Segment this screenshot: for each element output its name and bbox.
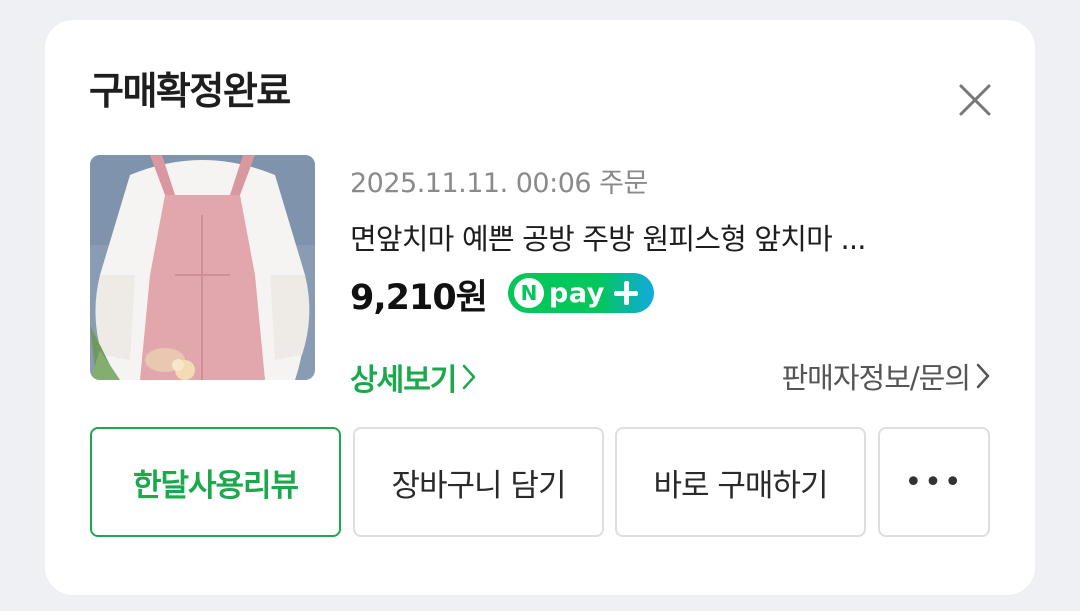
seller-info-label: 판매자정보/문의 xyxy=(781,361,971,395)
plus-icon xyxy=(611,278,641,308)
product-thumbnail[interactable] xyxy=(90,155,315,380)
card-title: 구매확정완료 xyxy=(89,69,291,113)
product-price: 9,210원 xyxy=(350,278,488,318)
chevron-right-icon xyxy=(976,363,990,389)
npay-label: pay xyxy=(549,277,605,309)
npay-n-icon: N xyxy=(514,278,544,308)
product-name[interactable]: 면앞치마 예쁜 공방 주방 원피스형 앞치마 ... xyxy=(350,216,990,258)
more-options-button[interactable]: ••• xyxy=(878,427,990,537)
detail-link[interactable]: 상세보기 xyxy=(350,355,476,399)
chevron-right-icon xyxy=(463,364,476,390)
detail-link-label: 상세보기 xyxy=(350,363,457,398)
order-complete-card: 구매확정완료 2025.11.11. 00:06 주문 면앞치마 예쁜 공방 주… xyxy=(45,20,1035,595)
seller-info-link[interactable]: 판매자정보/문의 xyxy=(781,355,990,397)
close-icon[interactable] xyxy=(955,80,995,120)
monthly-review-button[interactable]: 한달사용리뷰 xyxy=(90,427,341,537)
order-date: 2025.11.11. 00:06 주문 xyxy=(350,168,648,199)
npay-plus-badge: N pay xyxy=(508,273,654,313)
buy-now-button[interactable]: 바로 구매하기 xyxy=(615,427,866,537)
add-to-cart-button[interactable]: 장바구니 담기 xyxy=(353,427,604,537)
